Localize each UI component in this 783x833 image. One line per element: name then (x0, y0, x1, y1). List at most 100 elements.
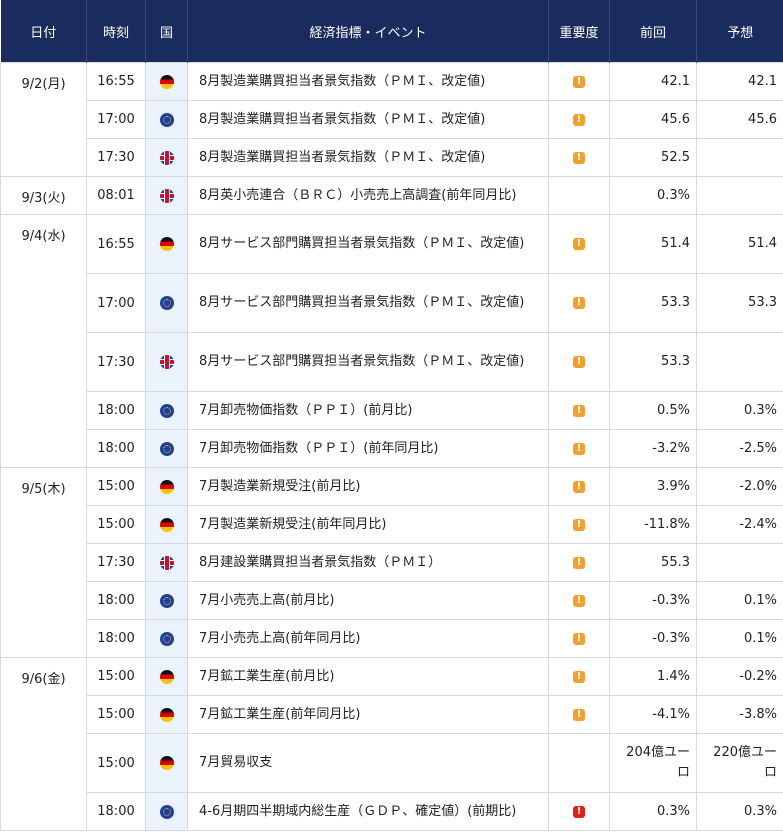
importance-cell: ! (548, 792, 610, 831)
eu-flag-icon (159, 631, 174, 646)
germany-flag-icon (159, 517, 174, 532)
event-cell: 8月サービス部門購買担当者景気指数（ＰＭＩ、改定値) (187, 214, 549, 274)
forecast-cell: -2.5% (696, 429, 783, 468)
table-row: 18:00 7月卸売物価指数（ＰＰＩ）(前年同月比)! -3.2% -2.5% (1, 429, 783, 468)
country-cell (145, 332, 188, 392)
country-cell (145, 429, 188, 468)
header-date: 日付 (0, 0, 87, 63)
previous-cell: 53.3 (609, 273, 697, 333)
previous-cell: 204億ユーロ (609, 733, 697, 793)
importance-medium-icon: ! (573, 670, 585, 683)
event-cell: 8月建設業購買担当者景気指数（ＰＭＩ） (187, 543, 549, 582)
previous-cell: 0.5% (609, 391, 697, 430)
time-cell: 18:00 (86, 619, 146, 658)
table-header-row: 日付 時刻 国 経済指標・イベント 重要度 前回 予想 (0, 0, 783, 63)
previous-cell: 52.5 (609, 138, 697, 177)
germany-flag-icon (159, 74, 174, 89)
importance-medium-icon: ! (573, 442, 585, 455)
importance-cell: ! (548, 100, 610, 139)
forecast-cell: 0.3% (696, 792, 783, 831)
forecast-cell: 53.3 (696, 273, 783, 333)
event-cell: 7月製造業新規受注(前年同月比) (187, 505, 549, 544)
eu-flag-icon (159, 112, 174, 127)
table-row: 17:00 8月サービス部門購買担当者景気指数（ＰＭＩ、改定値)! 53.3 53.3 (1, 273, 783, 333)
importance-medium-icon: ! (573, 632, 585, 645)
table-row: 17:30 8月建設業購買担当者景気指数（ＰＭＩ）! 55.3 (1, 543, 783, 582)
importance-cell: ! (548, 332, 610, 392)
forecast-cell: -3.8% (696, 695, 783, 734)
time-cell: 15:00 (86, 467, 146, 506)
forecast-cell: 45.6 (696, 100, 783, 139)
time-cell: 15:00 (86, 505, 146, 544)
event-cell: 7月鉱工業生産(前年同月比) (187, 695, 549, 734)
importance-medium-icon: ! (573, 113, 585, 126)
forecast-cell: 220億ユーロ (696, 733, 783, 793)
eu-flag-icon (159, 296, 174, 310)
time-cell: 08:01 (86, 176, 146, 215)
importance-cell: ! (548, 429, 610, 468)
forecast-cell (696, 176, 783, 215)
table-row: 18:00 7月卸売物価指数（ＰＰＩ）(前月比)! 0.5% 0.3% (1, 391, 783, 430)
importance-medium-icon: ! (573, 708, 585, 721)
forecast-cell (696, 138, 783, 177)
previous-cell: 53.3 (609, 332, 697, 392)
header-event: 経済指標・イベント (187, 0, 549, 63)
importance-cell: ! (548, 619, 610, 658)
forecast-cell (696, 543, 783, 582)
table-row: 9/3(火) 08:01 8月英小売連合（ＢＲＣ）小売売上高調査(前年同月比) 0.3… (0, 176, 783, 215)
table-row: 18:00 4-6月期四半期域内総生産（ＧＤＰ、確定値）(前期比)! 0.3% 0.3… (1, 792, 783, 831)
country-cell (145, 138, 188, 177)
header-previous: 前回 (609, 0, 697, 63)
previous-cell: 51.4 (609, 214, 697, 274)
previous-cell: -4.1% (609, 695, 697, 734)
header-time: 時刻 (86, 0, 146, 63)
importance-medium-icon: ! (573, 297, 585, 309)
country-cell (145, 695, 188, 734)
previous-cell: 42.1 (609, 62, 697, 101)
event-cell: 7月貿易収支 (187, 733, 549, 793)
importance-cell (548, 733, 610, 793)
previous-cell: 1.4% (609, 657, 697, 696)
time-cell: 17:30 (86, 332, 146, 392)
forecast-cell: 42.1 (696, 62, 783, 101)
time-cell: 18:00 (86, 429, 146, 468)
table-row: 9/2(月) 16:55 8月製造業購買担当者景気指数（ＰＭＩ、改定値)! 42.1 4… (0, 62, 783, 177)
previous-cell: -0.3% (609, 581, 697, 620)
date-cell: 9/2(月) (0, 62, 87, 177)
event-cell: 7月卸売物価指数（ＰＰＩ）(前年同月比) (187, 429, 549, 468)
importance-medium-icon: ! (573, 75, 585, 88)
importance-cell: ! (548, 467, 610, 506)
table-row: 18:00 7月小売売上高(前月比)! -0.3% 0.1% (1, 581, 783, 620)
event-cell: 7月鉱工業生産(前月比) (187, 657, 549, 696)
importance-medium-icon: ! (573, 594, 585, 607)
previous-cell: -3.2% (609, 429, 697, 468)
time-cell: 17:00 (86, 100, 146, 139)
previous-cell: 45.6 (609, 100, 697, 139)
time-cell: 17:00 (86, 273, 146, 333)
date-cell: 9/6(金) (0, 657, 87, 831)
importance-medium-icon: ! (573, 556, 585, 569)
header-importance: 重要度 (548, 0, 610, 63)
country-cell (145, 505, 188, 544)
eu-flag-icon (159, 441, 174, 456)
country-cell (145, 62, 188, 101)
previous-cell: 0.3% (609, 176, 697, 215)
event-cell: 4-6月期四半期域内総生産（ＧＤＰ、確定値）(前期比) (187, 792, 549, 831)
time-cell: 18:00 (86, 792, 146, 831)
country-cell (145, 733, 188, 793)
germany-flag-icon (159, 669, 174, 684)
importance-medium-icon: ! (573, 238, 585, 250)
previous-cell: 3.9% (609, 467, 697, 506)
table-row: 15:00 7月鉱工業生産(前年同月比)! -4.1% -3.8% (1, 695, 783, 734)
forecast-cell: 0.1% (696, 619, 783, 658)
country-cell (145, 467, 188, 506)
country-cell (145, 176, 188, 215)
importance-medium-icon: ! (573, 518, 585, 531)
importance-cell (548, 176, 610, 215)
table-row: 15:00 7月貿易収支 204億ユーロ 220億ユーロ (1, 733, 783, 793)
time-cell: 15:00 (86, 695, 146, 734)
importance-cell: ! (548, 214, 610, 274)
eu-flag-icon (159, 804, 174, 819)
eu-flag-icon (159, 593, 174, 608)
importance-medium-icon: ! (573, 356, 585, 368)
